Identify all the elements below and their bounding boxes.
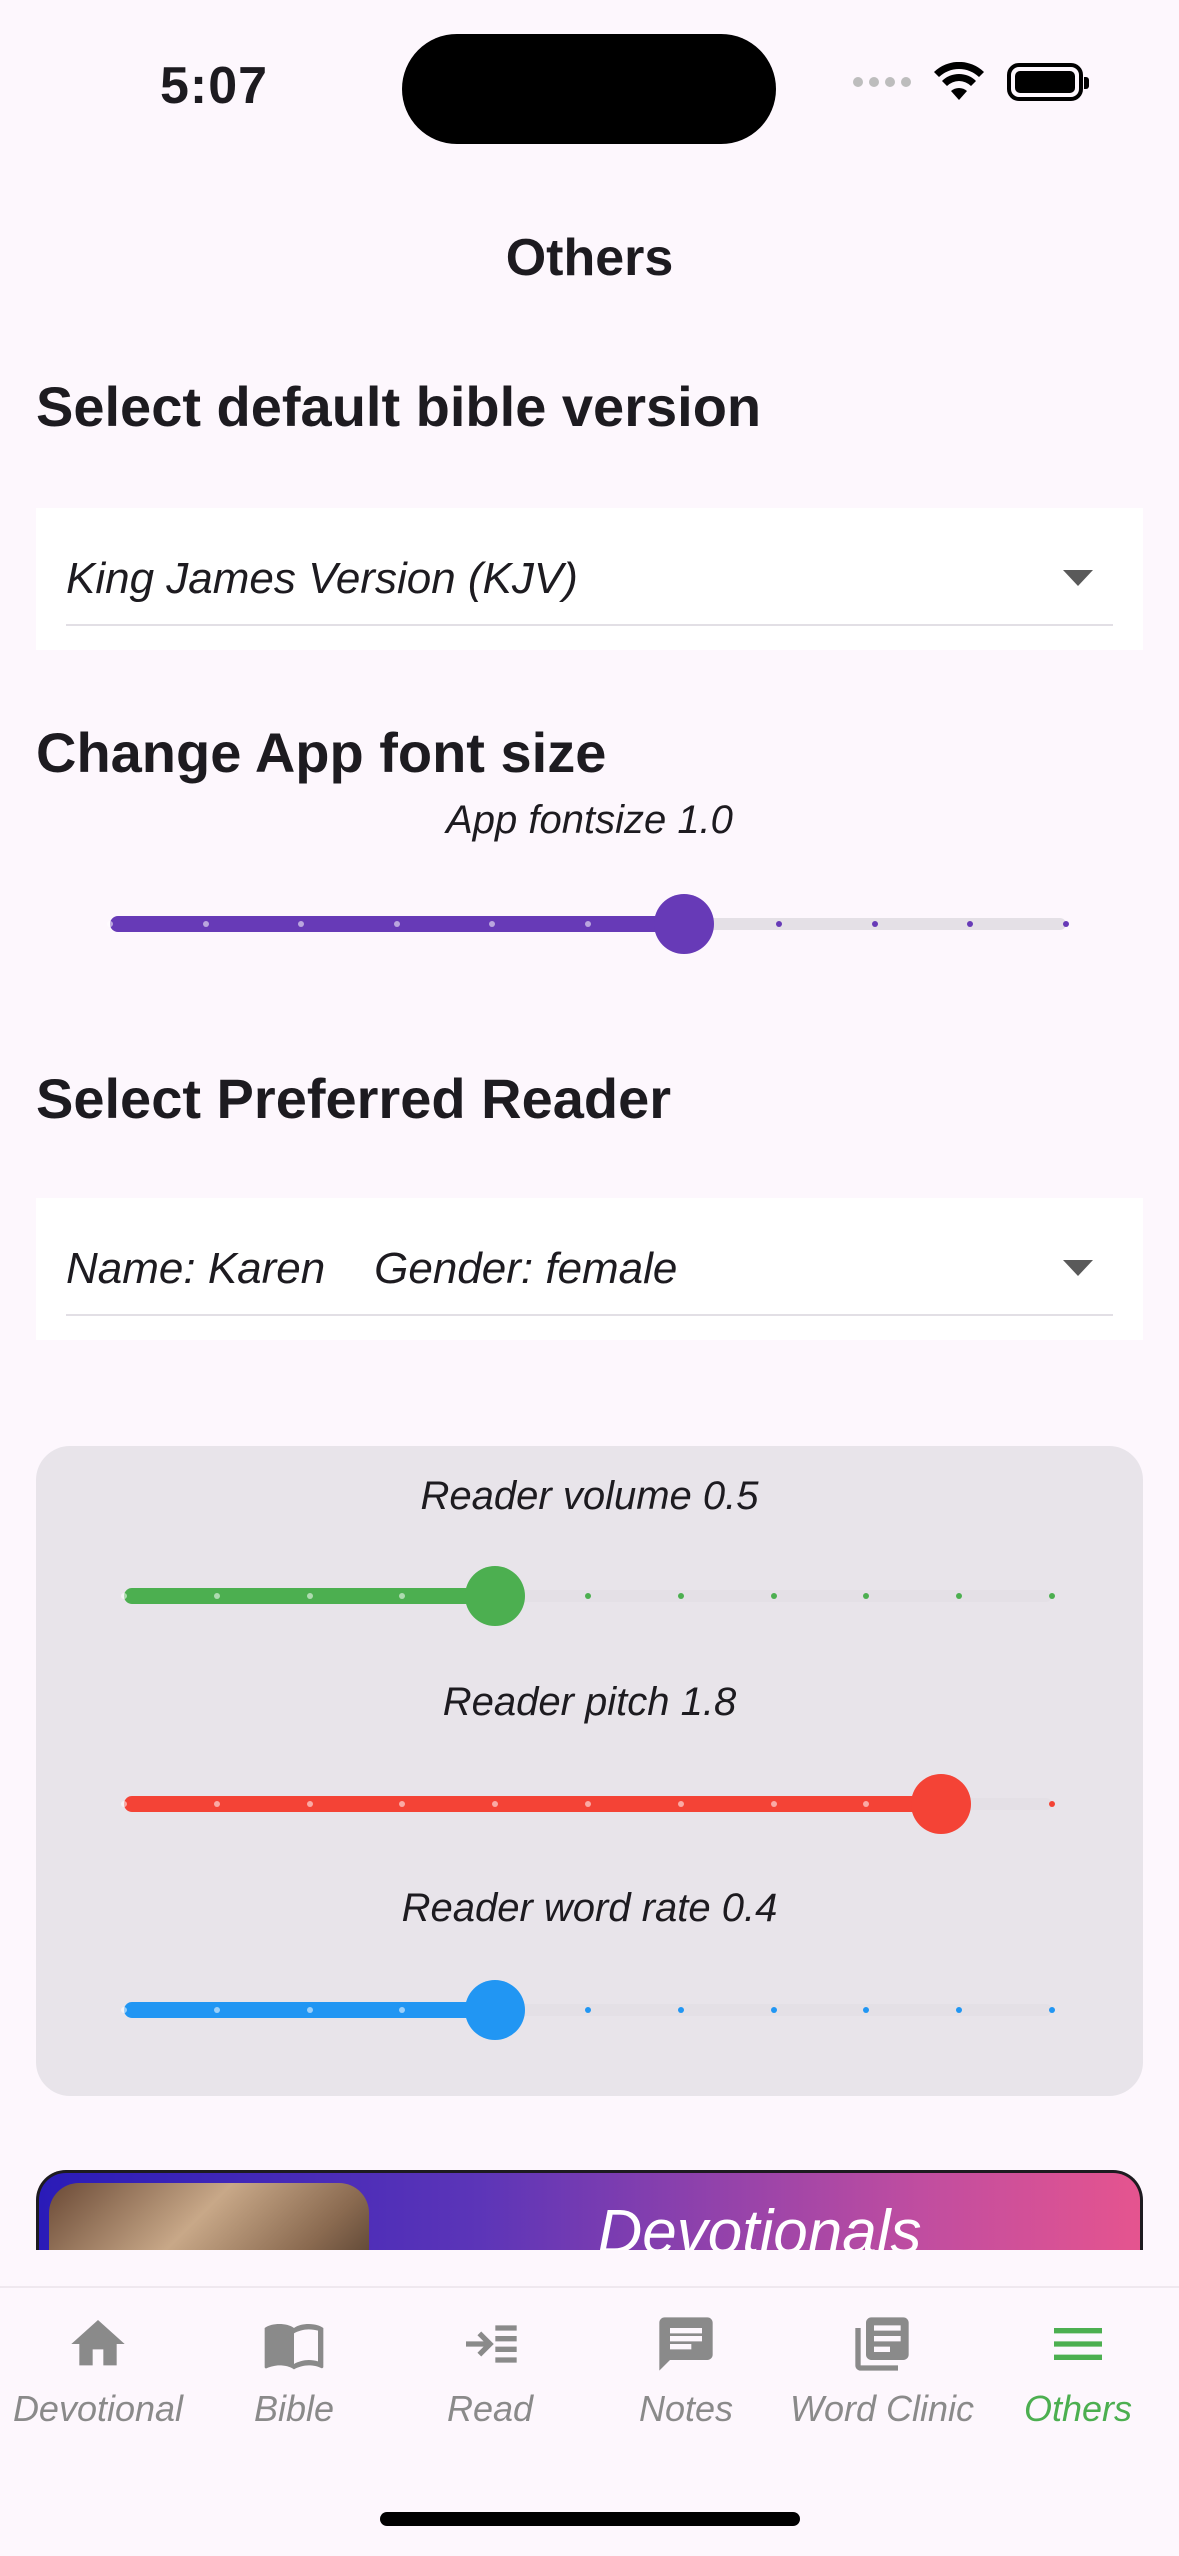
slider-tick: [677, 1593, 684, 1599]
nav-item-word-clinic[interactable]: Word Clinic: [784, 2312, 980, 2430]
slider-tick: [1063, 921, 1069, 927]
reader-heading: Select Preferred Reader: [36, 1067, 672, 1130]
slider-active-track: [124, 1796, 941, 1812]
reader-pitch-slider[interactable]: [121, 1774, 1055, 1834]
slider-tick: [677, 1801, 684, 1807]
notes-icon: [659, 2317, 713, 2371]
font-size-label: App fontsize 1.0: [446, 798, 733, 842]
nav-item-others[interactable]: Others: [980, 2312, 1176, 2430]
nav-item-notes[interactable]: Notes: [588, 2312, 784, 2430]
status-time: 5:07: [160, 57, 269, 115]
reader-word-rate-slider[interactable]: [121, 1980, 1055, 2040]
slider-tick: [585, 2007, 591, 2013]
slider-tick: [306, 1593, 313, 1599]
slider-tick: [306, 2007, 313, 2013]
slider-thumb[interactable]: [653, 894, 714, 954]
bible-version-heading: Select default bible version: [36, 375, 762, 438]
slider-tick: [1049, 1593, 1055, 1599]
nav-label: Notes: [638, 2388, 734, 2429]
slider-tick: [213, 2007, 220, 2013]
page-title: Others: [505, 229, 674, 287]
slider-tick: [121, 2007, 127, 2013]
book-icon: [264, 2324, 324, 2370]
slider-tick: [202, 921, 209, 927]
reader-dropdown[interactable]: Name: Karen Gender: female: [36, 1198, 1143, 1340]
font-size-heading: Change App font size: [36, 721, 607, 784]
reader-volume-label: Reader volume 0.5: [420, 1474, 759, 1518]
dynamic-island: [402, 34, 776, 144]
bible-version-value: King James Version (KJV): [66, 554, 578, 603]
reader-value: Name: Karen Gender: female: [66, 1244, 678, 1293]
slider-tick: [585, 1801, 591, 1807]
slider-tick: [306, 1801, 313, 1807]
slider-tick: [121, 1593, 127, 1599]
slider-tick: [393, 921, 400, 927]
slider-tick: [770, 1593, 777, 1599]
slider-tick: [585, 921, 591, 927]
nav-label: Bible: [253, 2388, 335, 2429]
slider-thumb[interactable]: [465, 1980, 526, 2040]
menu-icon: [1054, 2328, 1102, 2360]
nav-label: Others: [1023, 2388, 1133, 2429]
cellular-signal-icon: [853, 77, 911, 87]
slider-thumb[interactable]: [465, 1566, 526, 1626]
read-icon: [466, 2325, 517, 2363]
dropdown-arrow-icon: [1063, 570, 1093, 586]
home-icon: [71, 2320, 125, 2366]
home-indicator: [380, 2512, 800, 2526]
slider-tick: [121, 1801, 127, 1807]
reader-word-rate-label: Reader word rate 0.4: [401, 1886, 778, 1930]
slider-tick: [585, 1593, 591, 1599]
banner-title: Devotionals: [597, 2198, 922, 2250]
nav-item-read[interactable]: Read: [392, 2312, 588, 2430]
library-icon: [855, 2317, 909, 2371]
nav-label: Devotional: [12, 2388, 184, 2429]
slider-tick: [1049, 1801, 1055, 1807]
nav-item-devotional[interactable]: Devotional: [0, 2312, 196, 2430]
bible-image: [49, 2183, 369, 2250]
slider-tick: [871, 921, 878, 927]
font-size-slider[interactable]: [107, 894, 1069, 954]
reader-pitch-label: Reader pitch 1.8: [442, 1680, 737, 1724]
status-bar: 5:07: [0, 0, 1179, 180]
slider-tick: [770, 1801, 777, 1807]
nav-label: Read: [446, 2388, 534, 2429]
slider-tick: [1049, 2007, 1055, 2013]
dropdown-arrow-icon: [1063, 1260, 1093, 1276]
status-icons: [853, 62, 1089, 102]
nav-label: Word Clinic: [789, 2388, 975, 2429]
slider-tick: [107, 921, 113, 927]
slider-thumb[interactable]: [910, 1774, 971, 1834]
reader-volume-slider[interactable]: [121, 1566, 1055, 1626]
slider-tick: [677, 2007, 684, 2013]
devotionals-banner[interactable]: Devotionals: [36, 2170, 1143, 2250]
slider-tick: [213, 1801, 220, 1807]
wifi-icon: [934, 62, 984, 100]
slider-tick: [213, 1593, 220, 1599]
slider-tick: [770, 2007, 777, 2013]
bible-version-dropdown[interactable]: King James Version (KJV): [36, 508, 1143, 650]
nav-item-bible[interactable]: Bible: [196, 2312, 392, 2430]
battery-icon: [1007, 63, 1089, 101]
